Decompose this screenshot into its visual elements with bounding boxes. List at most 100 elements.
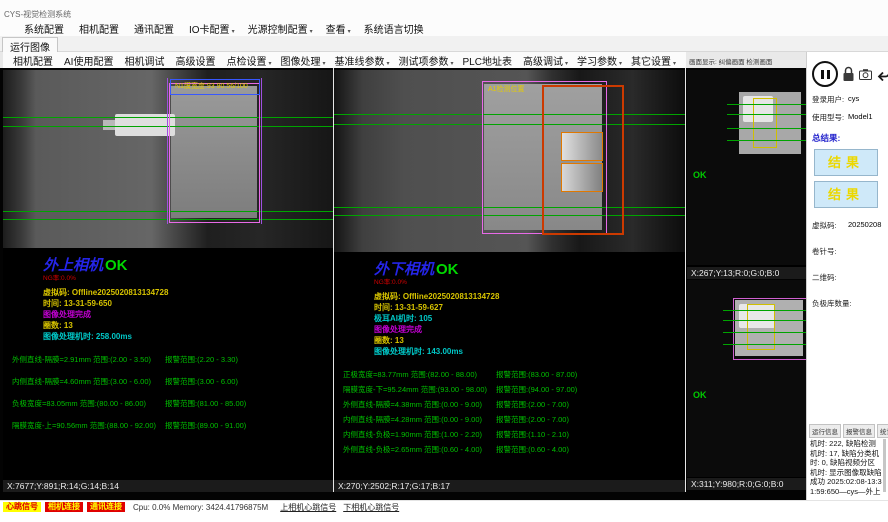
menu-item[interactable]: 系统配置	[24, 21, 66, 36]
neg-stock-row: 负极库数量:	[812, 298, 888, 309]
status-badge: 通讯连接	[87, 502, 125, 512]
camera-result-title: 外上相机OK	[43, 254, 333, 275]
guide-line	[723, 320, 806, 321]
toolbar-button-label: 高级调试	[523, 57, 563, 68]
menu-item[interactable]: 光源控制配置▾	[248, 21, 313, 36]
alarm-range-text: 报警范围:(2.00 - 7.00)	[496, 399, 569, 410]
lock-icon	[842, 65, 855, 83]
left-camera-image: N1膜宽度:93 90.56/100	[3, 70, 333, 248]
menu-item-label: 系统配置	[24, 25, 64, 36]
pause-icon	[821, 70, 824, 79]
info-line: 圈数: 13	[374, 335, 685, 346]
screen-display-bar[interactable]: 画面显示: 纠偏画面 检测画面	[686, 52, 806, 68]
qrcode-row: 二维码:	[812, 272, 888, 283]
heartbeat-indicator: 上相机心跳信号	[280, 502, 336, 513]
measurement-row: 隔膜宽度-下=95.24mm 范围:(93.00 - 98.00)报警范围:(9…	[343, 384, 685, 395]
toolbar-button-label: 学习参数	[577, 57, 617, 68]
info-tab[interactable]: 运行信息	[809, 424, 841, 438]
model-row: 使用型号: Model1	[812, 112, 888, 123]
measurement-row: 内侧直线-隔膜=4.28mm 范围:(0.00 - 9.00)报警范围:(2.0…	[343, 414, 685, 425]
guide-line	[727, 128, 806, 129]
chevron-down-icon: ▾	[619, 61, 622, 67]
toolbar-button[interactable]: 学习参数▾	[577, 53, 622, 68]
lock-button[interactable]	[842, 65, 855, 83]
menu-item-label: 相机配置	[79, 25, 119, 36]
info-line: 极耳AI机时: 105	[374, 313, 685, 324]
view-divider	[685, 68, 686, 492]
toolbar-button-label: 图像处理	[280, 57, 320, 68]
toolbar-button[interactable]: 高级设置	[175, 53, 217, 68]
small-camera-image: OK	[687, 280, 806, 477]
toolbar-button[interactable]: AI使用配置	[64, 53, 115, 68]
menu-item[interactable]: 通讯配置	[134, 21, 176, 36]
measurement-row: 外侧直线-负极=2.65mm 范围:(0.60 - 4.00)报警范围:(0.6…	[343, 444, 685, 455]
chevron-down-icon: ▾	[565, 61, 568, 67]
toolbar-button[interactable]: PLC地址表	[463, 53, 514, 68]
model-select[interactable]: Model1	[848, 112, 873, 123]
info-tabs: 运行信息报警信息统计信息	[809, 424, 888, 438]
toolbar-button-label: 相机调试	[124, 57, 164, 68]
info-tab[interactable]: 报警信息	[843, 424, 875, 438]
status-badge: 相机连接	[45, 502, 83, 512]
toolbar-button[interactable]: 图像处理▾	[280, 53, 325, 68]
ng-rate-text: NG率:0.0%	[374, 279, 685, 286]
guide-line	[727, 140, 806, 141]
chevron-down-icon: ▾	[451, 61, 454, 67]
toolbar-button[interactable]: 点检设置▾	[226, 53, 271, 68]
virtual-code-value: 20250208	[848, 220, 881, 231]
back-arrow-button[interactable]	[876, 67, 888, 81]
toolbar-button-label: AI使用配置	[64, 57, 113, 68]
run-info-text: 机时: 222, 缺陷检测机时: 17, 缺陷分类机时: 0, 缺陷视频分区机时…	[810, 439, 882, 496]
info-line: 虚拟码: Offline2025020813134728	[43, 287, 333, 298]
measurement-row: 内侧直线-隔膜=4.60mm 范围:(3.00 - 6.00)报警范围:(3.0…	[12, 376, 333, 387]
alarm-range-text: 报警范围:(3.00 - 6.00)	[165, 376, 238, 387]
menu-item-label: 通讯配置	[134, 25, 174, 36]
heartbeat-indicator: 下相机心跳信号	[343, 502, 399, 513]
menu-item[interactable]: IO卡配置▾	[189, 21, 235, 36]
small-camera-view-top: OK X:267;Y:13;R:0;G:0;B:0	[687, 70, 806, 279]
toolbar-button[interactable]: 相机调试	[124, 53, 166, 68]
virtual-code-row: 虚拟码: 20250208	[812, 220, 888, 231]
guide-line	[723, 332, 806, 333]
window-title: CYS-视觉检测系统	[4, 9, 71, 20]
toolbar-button-label: 高级设置	[175, 57, 215, 68]
menu-item[interactable]: 查看▾	[326, 21, 351, 36]
menu-item[interactable]: 系统语言切换	[364, 21, 426, 36]
menu-item-label: IO卡配置	[189, 25, 230, 36]
guide-line	[723, 344, 806, 345]
camera-info-lines: 虚拟码: Offline2025020813134728时间: 13-31-59…	[43, 287, 333, 342]
toolbar-button[interactable]: 相机配置	[13, 53, 55, 68]
control-buttons	[812, 61, 886, 87]
info-tab[interactable]: 统计信息	[877, 424, 888, 438]
toolbar-button[interactable]: 测试项参数▾	[399, 53, 454, 68]
camera-info-lines: 虚拟码: Offline2025020813134728时间: 13-31-59…	[374, 291, 685, 357]
pause-icon	[827, 70, 830, 79]
toolbar-button[interactable]: 其它设置▾	[631, 53, 676, 68]
result-badge-lower: 结果	[814, 181, 878, 208]
cpu-memory-text: Cpu: 0.0% Memory: 3424.41796875M	[133, 503, 268, 512]
chevron-down-icon: ▾	[232, 29, 235, 35]
alarm-range-text: 报警范围:(1.10 - 2.10)	[496, 429, 569, 440]
info-scrollbar[interactable]	[883, 439, 886, 492]
machine-background	[3, 70, 333, 248]
chevron-down-icon: ▾	[348, 29, 351, 35]
info-line: 图像处理完成	[374, 324, 685, 335]
login-user-row: 登录用户: cys	[812, 94, 888, 105]
camera-button[interactable]	[859, 68, 872, 81]
virtual-code-label: 虚拟码:	[812, 220, 848, 231]
measurement-row: 外侧直线-隔膜=4.38mm 范围:(0.00 - 9.00)报警范围:(2.0…	[343, 399, 685, 410]
alarm-range-text: 报警范围:(94.00 - 97.00)	[496, 384, 577, 395]
camera-name: 外上相机	[43, 257, 103, 274]
toolbar-button[interactable]: 基准线参数▾	[334, 53, 389, 68]
menu-item[interactable]: 相机配置	[79, 21, 121, 36]
measurement-row: 负极宽度=83.05mm 范围:(80.00 - 86.00)报警范围:(81.…	[12, 398, 333, 409]
pause-button[interactable]	[812, 61, 838, 87]
result-ok-text: OK	[105, 257, 128, 274]
info-line: 图像处理机时: 143.00ms	[374, 346, 685, 357]
toolbar-button-label: 相机配置	[13, 57, 53, 68]
roi-box-pink	[169, 83, 260, 223]
toolbar-button[interactable]: 高级调试▾	[523, 53, 568, 68]
tab-detection-box	[561, 132, 603, 161]
measurement-text: 正极宽度=83.77mm 范围:(82.00 - 88.00)	[343, 369, 496, 380]
small-camera-image: OK	[687, 70, 806, 265]
